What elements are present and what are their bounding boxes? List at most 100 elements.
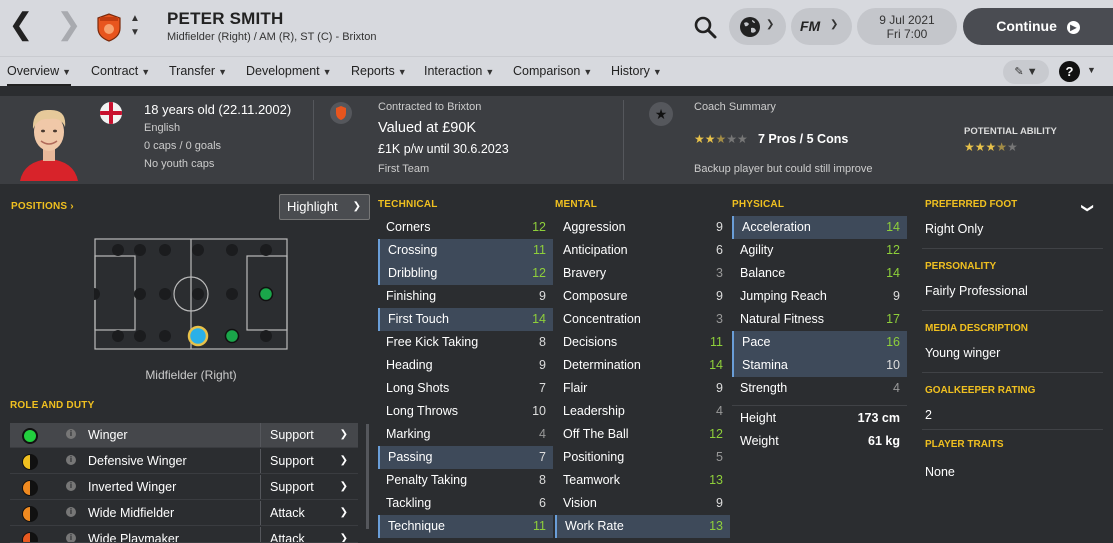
unconvincing-role-icon: [22, 532, 38, 542]
attribute-value: 11: [710, 335, 723, 349]
chevron-down-icon: ❯: [830, 19, 839, 30]
duty-dropdown[interactable]: Attack ❯: [260, 501, 358, 525]
chevron-down-icon: ▼: [397, 67, 407, 77]
technical-attribute-row[interactable]: Dribbling 12: [378, 262, 553, 285]
technical-attribute-row[interactable]: Finishing 9: [378, 285, 553, 308]
edit-view-button[interactable]: ✎ ▼: [1003, 60, 1049, 84]
tab-overview[interactable]: Overview ▼: [7, 64, 72, 86]
search-icon[interactable]: [692, 14, 718, 40]
role-row-defensive-winger[interactable]: i Defensive Winger Support ❯: [10, 449, 358, 474]
physical-attribute-row[interactable]: Acceleration 14: [732, 216, 907, 239]
forward-arrow-icon[interactable]: ❯: [54, 10, 84, 44]
technical-attribute-row[interactable]: Technique 11: [378, 515, 553, 538]
role-row-winger[interactable]: i Winger Support ❯: [10, 423, 358, 448]
highlight-dropdown[interactable]: Highlight ❯: [279, 194, 370, 220]
date-display[interactable]: 9 Jul 2021 Fri 7:00: [857, 8, 957, 45]
technical-attribute-row[interactable]: Tackling 6: [378, 492, 553, 515]
physical-attribute-row[interactable]: Natural Fitness 17: [732, 308, 907, 331]
duty-label: Attack: [270, 506, 305, 520]
mental-attribute-row[interactable]: Composure 9: [555, 285, 730, 308]
technical-attribute-row[interactable]: First Touch 14: [378, 308, 553, 331]
chevron-down-icon: ▼: [218, 67, 227, 77]
attribute-name: Teamwork: [563, 473, 620, 487]
physical-attribute-row[interactable]: Strength 4: [732, 377, 907, 400]
chevron-right-icon: ›: [70, 201, 74, 212]
tab-interaction[interactable]: Interaction ▼: [424, 64, 494, 78]
height-label: Height: [740, 411, 777, 425]
technical-attribute-row[interactable]: Long Throws 10: [378, 400, 553, 423]
duty-dropdown[interactable]: Support ❯: [260, 449, 358, 473]
back-arrow-icon[interactable]: ❮: [6, 10, 36, 44]
mental-attribute-row[interactable]: Vision 9: [555, 492, 730, 515]
duty-dropdown[interactable]: Support ❯: [260, 423, 358, 447]
fm-menu-button[interactable]: FM ❯: [791, 8, 852, 45]
info-icon[interactable]: i: [66, 429, 76, 439]
tab-reports[interactable]: Reports ▼: [351, 64, 407, 78]
mental-attribute-row[interactable]: Positioning 5: [555, 446, 730, 469]
tab-development[interactable]: Development ▼: [246, 64, 332, 78]
role-row-inverted-winger[interactable]: i Inverted Winger Support ❯: [10, 475, 358, 500]
physical-attribute-row[interactable]: Pace 16: [732, 331, 907, 354]
mental-attribute-row[interactable]: Work Rate 13: [555, 515, 730, 538]
physical-attribute-row[interactable]: Jumping Reach 9: [732, 285, 907, 308]
technical-attribute-row[interactable]: Heading 9: [378, 354, 553, 377]
technical-attribute-row[interactable]: Corners 12: [378, 216, 553, 239]
mental-attribute-row[interactable]: Bravery 3: [555, 262, 730, 285]
info-icon[interactable]: i: [66, 533, 76, 542]
mental-attribute-row[interactable]: Determination 14: [555, 354, 730, 377]
chevron-down-icon: ❯: [339, 481, 348, 492]
chevron-down-icon[interactable]: ❯: [1081, 203, 1095, 213]
physical-attribute-row[interactable]: Balance 14: [732, 262, 907, 285]
mental-attribute-row[interactable]: Concentration 3: [555, 308, 730, 331]
technical-attribute-row[interactable]: Long Shots 7: [378, 377, 553, 400]
technical-attribute-row[interactable]: Penalty Taking 8: [378, 469, 553, 492]
chevron-down-icon[interactable]: ▼: [1087, 65, 1096, 75]
info-icon[interactable]: i: [66, 507, 76, 517]
duty-label: Support: [270, 480, 314, 494]
pros-cons[interactable]: 7 Pros / 5 Cons: [758, 132, 848, 146]
mental-attribute-row[interactable]: Decisions 11: [555, 331, 730, 354]
attribute-name: Tackling: [386, 496, 432, 510]
squad-status: First Team: [378, 163, 430, 175]
positions-title[interactable]: POSITIONS ›: [11, 201, 74, 212]
accomplished-role-icon: [22, 454, 38, 470]
current-date: 9 Jul 2021: [879, 13, 935, 27]
technical-attribute-row[interactable]: Passing 7: [378, 446, 553, 469]
role-row-wide-midfielder[interactable]: i Wide Midfielder Attack ❯: [10, 501, 358, 526]
technical-attribute-row[interactable]: Marking 4: [378, 423, 553, 446]
play-circle-icon: ▶: [1066, 21, 1080, 34]
club-badge-icon[interactable]: [94, 12, 124, 42]
tab-comparison[interactable]: Comparison ▼: [513, 64, 592, 78]
attribute-value: 14: [709, 358, 723, 372]
world-button[interactable]: ❯: [729, 8, 786, 45]
technical-attribute-row[interactable]: Crossing 11: [378, 239, 553, 262]
physical-attribute-row[interactable]: Stamina 10: [732, 354, 907, 377]
roles-scrollbar[interactable]: [366, 424, 369, 529]
technical-attribute-row[interactable]: Free Kick Taking 8: [378, 331, 553, 354]
continue-button[interactable]: Continue ▶: [963, 8, 1113, 45]
mental-attribute-row[interactable]: Aggression 9: [555, 216, 730, 239]
mental-attribute-row[interactable]: Off The Ball 12: [555, 423, 730, 446]
player-switch-arrows-icon[interactable]: ▲ ▼: [128, 12, 142, 40]
role-row-wide-playmaker[interactable]: i Wide Playmaker Attack ❯: [10, 527, 358, 543]
help-icon[interactable]: ?: [1059, 61, 1080, 82]
tab-label: Reports: [351, 64, 395, 78]
tab-contract[interactable]: Contract ▼: [91, 64, 150, 78]
mental-attribute-row[interactable]: Anticipation 6: [555, 239, 730, 262]
chevron-down-icon: ▼: [322, 67, 332, 77]
info-icon[interactable]: i: [66, 455, 76, 465]
tab-transfer[interactable]: Transfer ▼: [169, 64, 227, 78]
tab-history[interactable]: History ▼: [611, 64, 662, 78]
physical-attributes: Acceleration 14 Agility 12 Balance 14 Jumping …: [732, 216, 907, 400]
duty-dropdown[interactable]: Attack ❯: [260, 527, 358, 542]
attribute-value: 9: [716, 496, 723, 510]
mental-attribute-row[interactable]: Flair 9: [555, 377, 730, 400]
duty-dropdown[interactable]: Support ❯: [260, 475, 358, 499]
mental-attribute-row[interactable]: Teamwork 13: [555, 469, 730, 492]
attribute-name: Work Rate: [565, 519, 624, 533]
mental-attribute-row[interactable]: Leadership 4: [555, 400, 730, 423]
attribute-name: Anticipation: [563, 243, 628, 257]
physical-attribute-row[interactable]: Agility 12: [732, 239, 907, 262]
info-icon[interactable]: i: [66, 481, 76, 491]
attribute-name: Passing: [388, 450, 433, 464]
